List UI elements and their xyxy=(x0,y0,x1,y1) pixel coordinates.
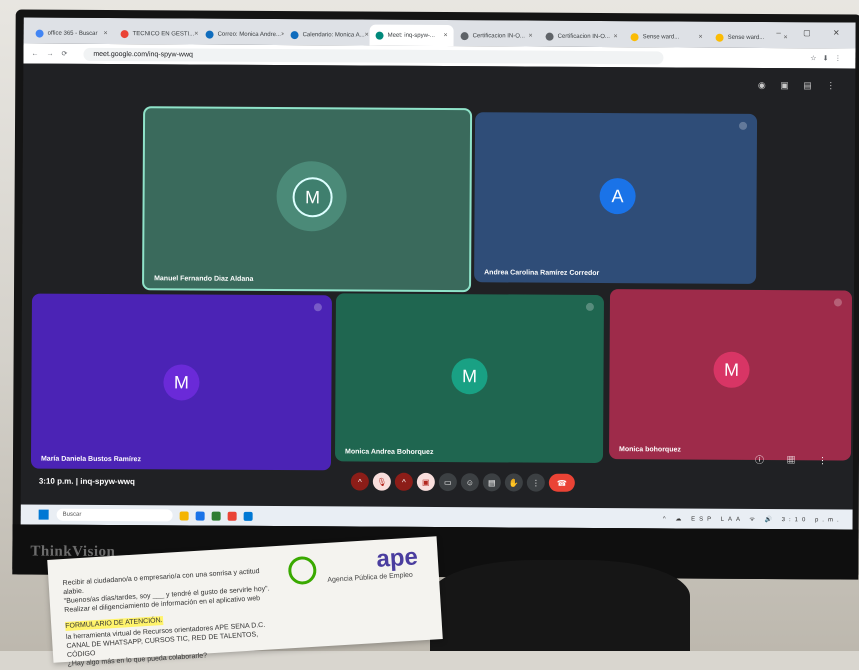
tab-office-search[interactable]: office 365 - Buscar × xyxy=(30,23,114,45)
monitor-stand xyxy=(430,560,690,651)
tab-correo[interactable]: Correo: Monica Andre... × xyxy=(200,24,284,46)
avatar: M xyxy=(713,351,750,388)
participant-name: Andrea Carolina Ramírez Corredor xyxy=(484,269,600,277)
participant-name: Manuel Fernando Diaz Aldana xyxy=(154,275,254,283)
close-icon[interactable]: × xyxy=(365,32,369,39)
leave-call-button[interactable]: ☎ xyxy=(548,473,575,492)
system-tray[interactable]: ^ ☁ ESP LAA ᯤ 🔊 3:10 p.m. xyxy=(663,514,843,523)
participant-tile-4[interactable]: M Monica Andrea Bohorquez xyxy=(334,293,604,464)
tab-label: Meet: inq-spyw-... xyxy=(387,32,435,39)
emoji-icon[interactable]: ☺ xyxy=(460,473,479,492)
tab-certificacion-2[interactable]: Certificacion IN-O... × xyxy=(540,26,624,48)
edge-icon[interactable] xyxy=(195,511,205,521)
participant-name: Monica Andrea Bohorquez xyxy=(345,448,434,456)
camera-off-icon[interactable]: ▣ xyxy=(416,472,435,491)
avatar: M xyxy=(163,364,200,401)
participant-name: María Daniela Bustos Ramírez xyxy=(40,455,141,464)
tab-favicon-icon xyxy=(630,32,639,41)
tab-label: Certificacion IN-O... xyxy=(472,32,525,40)
separator: | xyxy=(75,476,79,486)
tab-label: Sense ward... xyxy=(727,34,765,41)
explorer-icon[interactable] xyxy=(179,510,189,520)
mic-options-button[interactable]: ^ xyxy=(350,472,369,491)
browser-actions-icon[interactable]: ☆⬇⋮ xyxy=(810,54,847,62)
close-icon[interactable]: × xyxy=(613,33,617,40)
avatar: M xyxy=(451,358,488,395)
audio-indicator-icon xyxy=(585,302,594,311)
meeting-info: 3:10 p.m. | inq-spyw-wwq xyxy=(39,477,135,487)
captions-icon[interactable]: ▭ xyxy=(438,473,457,492)
close-icon[interactable]: × xyxy=(103,30,107,37)
screen: office 365 - Buscar × TECNICO EN GESTI...… xyxy=(20,17,856,530)
close-icon[interactable]: × xyxy=(528,33,532,40)
audio-indicator-icon xyxy=(313,303,322,312)
avatar: M xyxy=(292,177,333,218)
taskbar-search[interactable]: Buscar xyxy=(56,508,173,522)
meeting-code: inq-spyw-wwq xyxy=(80,476,135,487)
monitor: office 365 - Buscar × TECNICO EN GESTI...… xyxy=(12,9,859,580)
participant-tile-2[interactable]: A Andrea Carolina Ramírez Corredor xyxy=(474,112,758,284)
ape-logo: ape xyxy=(375,543,419,573)
tab-favicon-icon xyxy=(120,29,129,38)
ape-logo-subtitle: Agencia Pública de Empleo xyxy=(327,571,414,584)
windows-start-icon[interactable] xyxy=(38,509,49,520)
participant-tile-5[interactable]: M Monica bohorquez xyxy=(608,289,853,461)
sheet-text: Recibir al ciudadano/a o empresario/a co… xyxy=(54,566,289,670)
close-icon[interactable]: × xyxy=(194,31,198,38)
close-icon[interactable]: × xyxy=(443,32,447,39)
tab-meet[interactable]: Meet: inq-spyw-... × xyxy=(369,24,454,47)
tab-sense-1[interactable]: Sense ward... × xyxy=(625,26,709,48)
mic-off-icon[interactable]: 🎙 xyxy=(372,472,391,491)
tab-label: Correo: Monica Andre... xyxy=(217,31,281,38)
tab-favicon-icon xyxy=(545,32,554,41)
tab-label: office 365 - Buscar xyxy=(47,30,98,37)
camera-options-button[interactable]: ^ xyxy=(394,472,413,491)
audio-indicator-icon xyxy=(739,121,748,130)
participant-name: Monica bohorquez xyxy=(619,446,681,454)
meet-footer: 3:10 p.m. | inq-spyw-wwq ^ 🎙 ^ ▣ ▭ ☺ ▤ ✋… xyxy=(20,455,853,530)
tab-label: TECNICO EN GESTI... xyxy=(132,30,195,38)
chrome-icon[interactable] xyxy=(227,511,237,521)
tab-favicon-icon xyxy=(375,31,384,40)
raise-hand-icon[interactable]: ✋ xyxy=(504,473,523,492)
tab-favicon-icon xyxy=(290,30,299,39)
tab-tecnico[interactable]: TECNICO EN GESTI... × xyxy=(115,23,199,45)
app-icon[interactable] xyxy=(211,511,221,521)
participant-tile-3[interactable]: M María Daniela Bustos Ramírez xyxy=(30,293,332,471)
outlook-icon[interactable] xyxy=(243,511,253,521)
close-icon[interactable]: × xyxy=(281,31,284,38)
call-controls: ^ 🎙 ^ ▣ ▭ ☺ ▤ ✋ ⋮ ☎ xyxy=(350,472,575,492)
tab-label: Sense ward... xyxy=(642,33,680,40)
avatar: A xyxy=(599,177,636,215)
browser-tabbar: office 365 - Buscar × TECNICO EN GESTI...… xyxy=(23,17,856,49)
tab-label: Calendario: Monica A... xyxy=(302,31,365,39)
more-options-icon[interactable]: ⋮ xyxy=(526,473,545,492)
tab-favicon-icon xyxy=(35,29,44,38)
tab-certificacion-1[interactable]: Certificacion IN-O... × xyxy=(455,25,539,47)
present-icon[interactable]: ▤ xyxy=(482,473,501,492)
nav-arrows-icon[interactable]: ←→⟳ xyxy=(31,50,75,58)
url-field[interactable]: meet.google.com/inq-spyw-wwq xyxy=(83,47,664,64)
tab-favicon-icon xyxy=(205,30,214,39)
tab-calendario[interactable]: Calendario: Monica A... × xyxy=(285,24,369,46)
meet-top-icons[interactable]: ◉ ▣ ▤ ⋮ xyxy=(758,80,841,92)
window-controls[interactable]: – ▢ ✕ xyxy=(776,28,849,37)
audio-indicator-icon xyxy=(833,298,842,307)
tab-favicon-icon xyxy=(715,33,724,42)
tab-label: Certificacion IN-O... xyxy=(557,33,610,40)
sena-logo-icon xyxy=(287,555,318,586)
close-icon[interactable]: × xyxy=(698,34,702,41)
meet-side-controls[interactable]: ⓘ ▦ ⋮ xyxy=(755,453,837,467)
tab-favicon-icon xyxy=(460,31,469,40)
meet-stage: ◉ ▣ ▤ ⋮ M Manuel Fernando Diaz Aldana A … xyxy=(20,63,856,530)
meeting-time: 3:10 p.m. xyxy=(38,476,74,486)
participant-tile-1[interactable]: M Manuel Fernando Diaz Aldana xyxy=(142,106,473,293)
